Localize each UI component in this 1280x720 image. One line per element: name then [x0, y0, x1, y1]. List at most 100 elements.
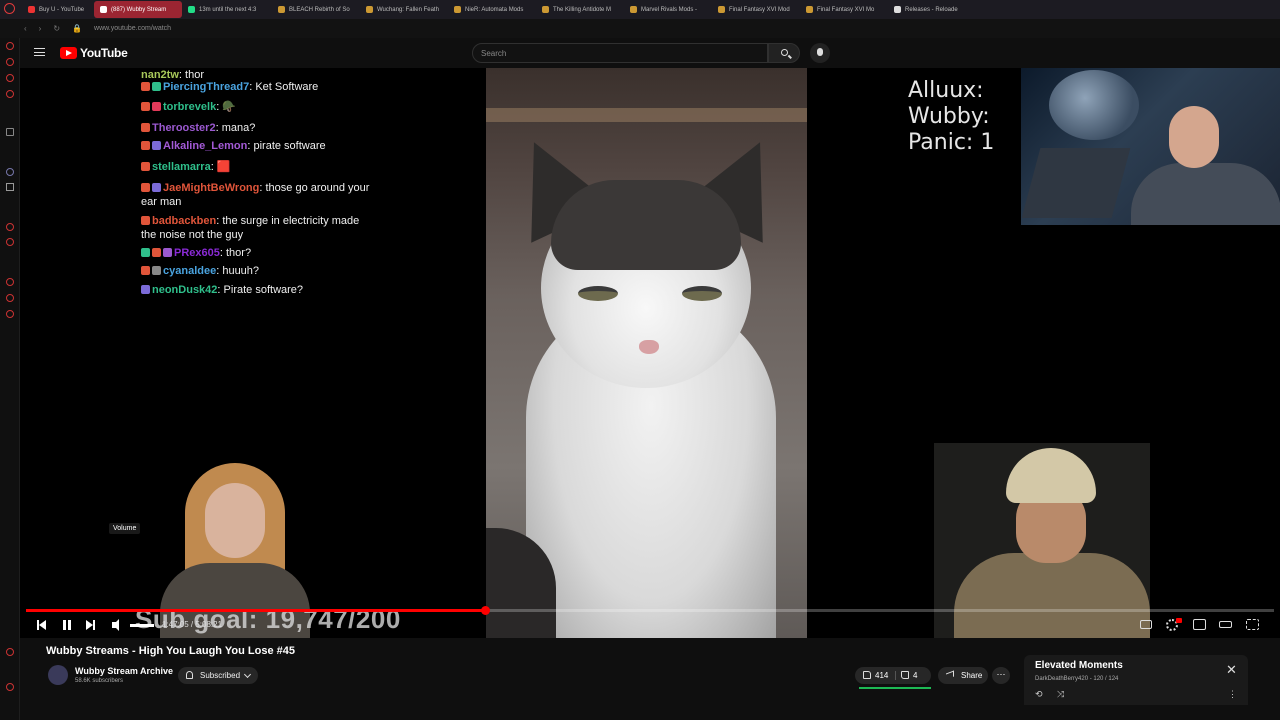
previous-icon[interactable]: [34, 618, 48, 632]
browser-tab[interactable]: 13m until the next 4:3: [182, 1, 272, 18]
settings-icon[interactable]: [1166, 618, 1182, 631]
dislike-icon[interactable]: [901, 671, 909, 679]
sidebar-icon-4[interactable]: [6, 90, 14, 98]
chat-badges: [141, 264, 163, 278]
channel-name[interactable]: Wubby Stream Archive: [75, 666, 173, 676]
chat-badges: [141, 160, 152, 174]
loop-icon[interactable]: ⟲: [1035, 689, 1043, 700]
playlist-title[interactable]: Elevated Moments: [1035, 660, 1123, 671]
voice-search-icon[interactable]: [810, 43, 830, 63]
dislike-count[interactable]: 4: [913, 671, 917, 680]
volume-slider[interactable]: [130, 624, 154, 627]
chat-badge-icon: [141, 266, 150, 276]
person-face: [1169, 106, 1219, 168]
close-icon[interactable]: ✕: [1226, 663, 1237, 676]
sidebar-icon-5[interactable]: [6, 128, 14, 136]
sidebar-icon-1[interactable]: [6, 42, 14, 50]
tab-label: Final Fantasy XVI Mo: [817, 6, 875, 13]
theater-mode-icon[interactable]: [1219, 621, 1232, 628]
browser-tab[interactable]: BLEACH Rebirth of So: [272, 1, 360, 18]
sidebar-icon-13[interactable]: [6, 683, 14, 691]
browser-tab[interactable]: The Killing Antidote M: [536, 1, 624, 18]
bell-icon: [186, 671, 193, 679]
like-icon[interactable]: [863, 671, 871, 679]
video-player[interactable]: nan2tw: thor PiercingThread7: Ket Softwar…: [20, 68, 1280, 638]
back-icon[interactable]: ‹: [24, 24, 27, 33]
chat-text: 🟥: [216, 161, 231, 173]
person-cap: [1006, 448, 1096, 503]
chat-badge-icon: [141, 285, 150, 295]
chat-badge-icon: [152, 266, 161, 276]
volume-icon[interactable]: [110, 618, 124, 632]
player-controls: 1:47:05 / 5:08:21: [20, 616, 1280, 634]
sidebar-icon-9[interactable]: [6, 278, 14, 286]
sidebar-icon-8[interactable]: [6, 238, 14, 246]
background-shelf: [486, 108, 807, 122]
app-root: Buy U - YouTube (887) Wubby Stream 13m unt…: [0, 0, 1280, 720]
like-count[interactable]: 414: [875, 671, 888, 680]
search-button[interactable]: [768, 43, 800, 63]
pause-icon[interactable]: [60, 618, 74, 632]
browser-tab[interactable]: Marvel Rivals Mods -: [624, 1, 712, 18]
chat-badges: [141, 283, 152, 297]
chat-message: badbackben: the surge in electricity mad…: [141, 214, 371, 242]
url-text[interactable]: www.youtube.com/watch: [94, 25, 171, 32]
next-icon[interactable]: [84, 618, 98, 632]
forward-icon[interactable]: ›: [39, 24, 42, 33]
sidebar-icon-2[interactable]: [6, 58, 14, 66]
chat-badges: [141, 100, 163, 114]
share-button[interactable]: Share: [938, 667, 988, 684]
chat-badge-icon: [152, 141, 161, 151]
browser-tab[interactable]: (887) Wubby Stream: [94, 1, 182, 18]
sidebar-icon-12[interactable]: [6, 648, 14, 656]
person-body: [1131, 163, 1280, 225]
sidebar-icon-3[interactable]: [6, 74, 14, 82]
channel-avatar[interactable]: [48, 665, 68, 685]
chat-text: Ket Software: [255, 81, 319, 93]
tab-list: Buy U - YouTube (887) Wubby Stream 13m unt…: [22, 1, 958, 18]
chat-badges: [141, 121, 152, 135]
sidebar-icon-x[interactable]: [6, 183, 14, 191]
youtube-logo[interactable]: YouTube: [60, 46, 128, 60]
browser-tab[interactable]: NieR: Automata Mods: [448, 1, 536, 18]
browser-sidebar: [0, 38, 20, 720]
more-actions-button[interactable]: ⋯: [992, 667, 1010, 684]
chat-badge-icon: [141, 82, 150, 92]
cat-eye-left: [578, 286, 618, 301]
menu-icon[interactable]: [34, 48, 45, 56]
subscribed-button[interactable]: Subscribed: [178, 667, 258, 684]
chat-badge-icon: [141, 162, 150, 172]
browser-tab[interactable]: Buy U - YouTube: [22, 1, 94, 18]
tab-favicon-icon: [188, 6, 195, 13]
search-input[interactable]: Search: [472, 43, 768, 63]
tab-label: The Killing Antidote M: [553, 6, 612, 13]
browser-menu-icon[interactable]: [4, 3, 15, 14]
tab-favicon-icon: [454, 6, 461, 13]
stats-overlay: Alluux: Wubby: Panic: 1: [908, 78, 995, 155]
address-bar[interactable]: ‹ › ↻ 🔒 www.youtube.com/watch: [0, 19, 1280, 38]
chat-badges: [141, 214, 152, 228]
reload-icon[interactable]: ↻: [53, 24, 60, 33]
chat-badge-icon: [141, 183, 150, 193]
browser-tab[interactable]: Final Fantasy XVI Mod: [712, 1, 800, 18]
chat-badge-icon: [141, 141, 150, 151]
captions-icon[interactable]: [1140, 620, 1152, 629]
fullscreen-icon[interactable]: [1246, 619, 1259, 630]
playlist-panel: Elevated Moments DarkDeathBerry420 - 120…: [1024, 655, 1248, 705]
progress-bar[interactable]: [26, 606, 1274, 615]
playlist-menu-icon[interactable]: ⋮: [1228, 689, 1237, 700]
sidebar-icon-7[interactable]: [6, 223, 14, 231]
chat-badge-icon: [163, 248, 172, 258]
miniplayer-icon[interactable]: [1193, 619, 1206, 630]
browser-tab[interactable]: Final Fantasy XVI Mo: [800, 1, 888, 18]
chat-text: 🪖: [222, 101, 237, 113]
browser-tab[interactable]: Wuchang: Fallen Feath: [360, 1, 448, 18]
sidebar-icon-11[interactable]: [6, 310, 14, 318]
chat-username: stellamarra: [152, 161, 211, 173]
cat-head-patch: [551, 180, 741, 270]
tab-label: NieR: Automata Mods: [465, 6, 524, 13]
browser-tab[interactable]: Releases - Reloade: [888, 1, 958, 18]
sidebar-icon-6[interactable]: [6, 168, 14, 176]
shuffle-icon[interactable]: ⤨: [1057, 689, 1064, 700]
sidebar-icon-10[interactable]: [6, 294, 14, 302]
